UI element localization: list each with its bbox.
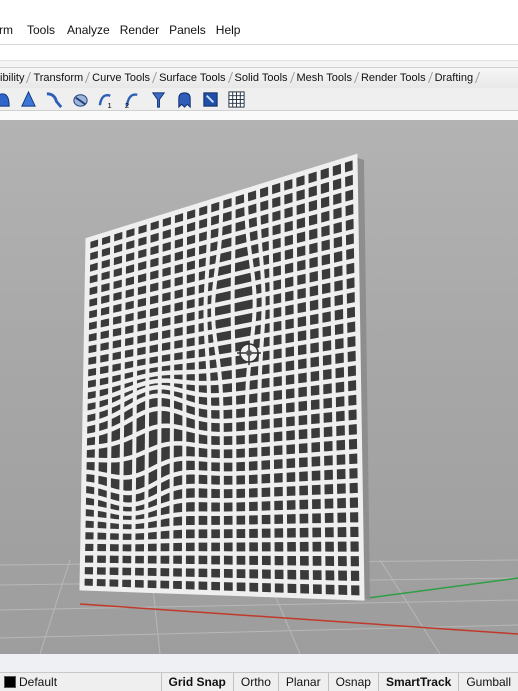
tab-solid-tools[interactable]: Solid Tools [231,68,293,88]
menu-panels[interactable]: Panels [169,23,214,37]
scene [0,153,518,654]
lattice-bar [169,211,175,594]
svg-text:1: 1 [107,101,111,109]
menu-render[interactable]: Render [120,23,167,37]
tab-mesh-tools[interactable]: Mesh Tools [293,68,357,88]
y-axis [367,577,518,599]
osnap-toggle[interactable]: Osnap [327,673,378,691]
menu-transform[interactable]: rm [0,23,21,37]
toolbar: 1 2 [0,88,518,111]
lattice-bar [80,550,364,557]
select-surface-icon[interactable] [200,89,221,110]
twist-icon[interactable] [70,89,91,110]
menu-help[interactable]: Help [216,23,249,37]
cage-edit-icon[interactable] [0,89,13,110]
lattice-bar [156,215,163,593]
ghosted-display-icon[interactable] [174,89,195,110]
tab-visibility[interactable]: ibility [0,68,29,88]
tab-surface-tools[interactable]: Surface Tools [155,68,230,88]
taper-icon[interactable] [148,89,169,110]
viewport-label-strip [0,654,518,672]
current-layer[interactable]: Default [0,675,161,689]
cone-icon[interactable] [18,89,39,110]
gumball-toggle[interactable]: Gumball [458,673,518,691]
toolbar-tabs: ibility Transform Curve Tools Surface To… [0,67,518,89]
tab-transform[interactable]: Transform [29,68,88,88]
layer-name: Default [19,675,58,689]
tab-render-tools[interactable]: Render Tools [357,68,431,88]
tab-curve-tools[interactable]: Curve Tools [88,68,155,88]
tab-drafting[interactable]: Drafting [431,68,479,88]
menu-analyze[interactable]: Analyze [67,23,118,37]
flow-along-icon[interactable]: 2 [122,89,143,110]
command-history [0,44,518,61]
menu-bar: rm Tools Analyze Render Panels Help [0,18,518,42]
layer-color-swatch [4,676,16,688]
svg-text:2: 2 [125,101,129,109]
command-line[interactable] [0,60,518,67]
menu-tools[interactable]: Tools [27,23,63,37]
ortho-toggle[interactable]: Ortho [232,673,278,691]
grid-mesh-icon[interactable] [226,89,247,110]
grid-snap-toggle[interactable]: Grid Snap [160,673,233,691]
status-bar: Default Grid Snap Ortho Planar Osnap Sma… [0,672,518,691]
smarttrack-toggle[interactable]: SmartTrack [377,673,458,691]
lattice-bar [194,204,200,595]
perspective-viewport[interactable] [0,120,518,654]
bend-icon[interactable] [44,89,65,110]
planar-toggle[interactable]: Planar [277,673,328,691]
curve-tools-icon[interactable]: 1 [96,89,117,110]
x-axis [79,603,518,635]
